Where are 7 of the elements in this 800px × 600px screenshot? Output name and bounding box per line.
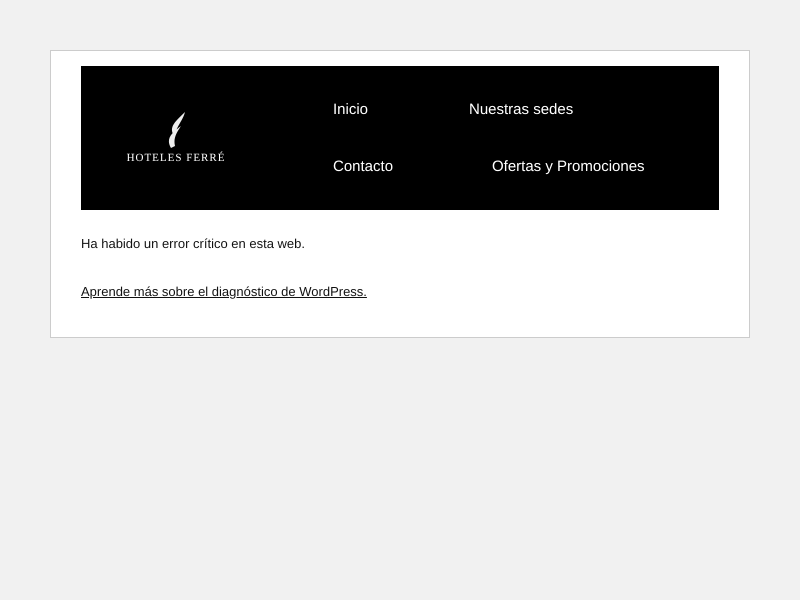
- nav-link[interactable]: Inicio: [333, 101, 469, 118]
- logo-text: HOTELES FERRÉ: [126, 152, 226, 164]
- help-link[interactable]: Aprende más sobre el diagnóstico de WordPress.: [81, 284, 367, 299]
- nav-link[interactable]: Ofertas y Promociones: [492, 158, 645, 175]
- nav-link[interactable]: Contacto: [333, 158, 469, 175]
- nav-link[interactable]: Nuestras sedes: [469, 101, 645, 118]
- error-message: Ha habido un error crítico en esta web.: [81, 236, 306, 251]
